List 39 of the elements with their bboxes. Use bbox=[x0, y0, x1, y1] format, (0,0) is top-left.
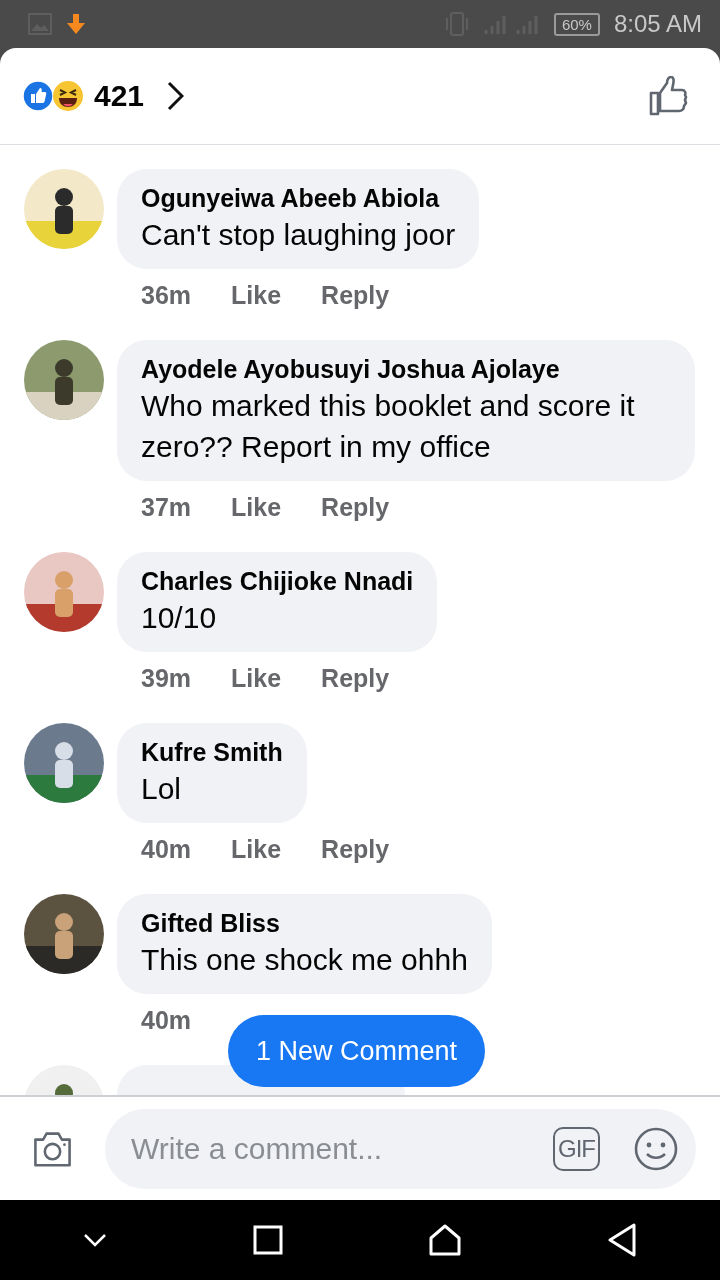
laughing-emoji-icon bbox=[52, 80, 84, 112]
reaction-count[interactable]: 421 bbox=[94, 79, 145, 113]
back-icon[interactable] bbox=[607, 1223, 637, 1257]
comment-input-field[interactable]: Write a comment... GIF bbox=[105, 1108, 696, 1189]
comment-text: Can't stop laughing joor bbox=[141, 217, 456, 253]
comment-action-link[interactable]: Like bbox=[231, 664, 282, 693]
smiley-icon[interactable] bbox=[634, 1126, 678, 1171]
comment-time: 36m bbox=[141, 281, 192, 310]
comment-time: 40m bbox=[141, 835, 192, 864]
new-comment-button[interactable]: 1 New Comment bbox=[228, 1015, 486, 1087]
comment-action-link[interactable]: Reply bbox=[321, 835, 390, 864]
comment-author[interactable]: Charles Chijioke Nnadi bbox=[141, 565, 414, 597]
comment-action-link[interactable]: Like bbox=[231, 493, 282, 522]
comment-text: 10/10 bbox=[141, 600, 218, 636]
chevron-right-icon[interactable] bbox=[166, 81, 185, 111]
comment-author[interactable]: Ogunyeiwa Abeeb Abiola bbox=[141, 182, 456, 214]
comment-author[interactable]: Ayodele Ayobusuyi Joshua Ajolaye bbox=[141, 353, 671, 385]
thumbs-up-icon[interactable] bbox=[648, 76, 690, 116]
download-icon bbox=[66, 13, 86, 35]
comment-author[interactable]: Kufre Smith bbox=[141, 736, 283, 768]
comment-time: 40m bbox=[141, 1006, 192, 1035]
comment-text: Who marked this booklet and score it zero?? Report in my office bbox=[141, 388, 636, 465]
comment-action-link[interactable]: Like bbox=[231, 281, 282, 310]
comment-action-link[interactable]: Reply bbox=[321, 493, 390, 522]
comment-action-link[interactable]: Reply bbox=[321, 664, 390, 693]
status-time: 8:05 AM bbox=[613, 10, 702, 38]
comment-time: 39m bbox=[141, 664, 192, 693]
like-reaction-icon bbox=[22, 80, 54, 112]
comment-time: 37m bbox=[141, 493, 192, 522]
comment-text: This one shock me ohhh bbox=[141, 942, 468, 978]
comment-text: Lol bbox=[141, 771, 183, 807]
recents-icon[interactable] bbox=[253, 1225, 283, 1255]
chevron-down-icon[interactable] bbox=[83, 1233, 107, 1247]
battery-indicator: 60% bbox=[553, 12, 600, 36]
comment-action-link[interactable]: Like bbox=[231, 835, 282, 864]
comment-author[interactable]: Gifted Bliss bbox=[141, 907, 468, 939]
home-icon[interactable] bbox=[429, 1224, 461, 1256]
comment-action-link[interactable]: Reply bbox=[321, 281, 390, 310]
gif-button[interactable]: GIF bbox=[553, 1126, 600, 1171]
